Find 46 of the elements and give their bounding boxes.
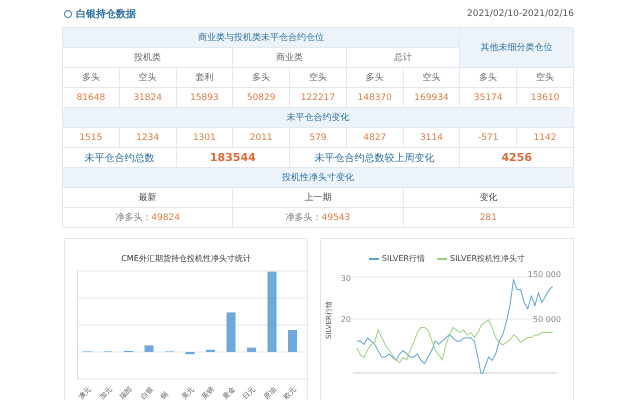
column-header: 多头 (346, 68, 404, 88)
section-title: 白银持仓数据 (76, 8, 136, 20)
bar (186, 352, 194, 354)
column-header: 空头 (119, 68, 176, 88)
legend-label: SILVER投机性净头寸 (450, 253, 526, 264)
bar (288, 330, 297, 352)
bar (144, 345, 154, 352)
table-cell: 1301 (176, 128, 233, 148)
column-header: 空头 (403, 68, 460, 88)
table-cell: 2011 (232, 128, 290, 148)
table-cell: -571 (460, 128, 517, 148)
table-cell: 净多头：49824 (62, 208, 233, 228)
date-range: 2021/02/10-2021/02/16 (467, 8, 574, 18)
table-header: 投机类 (62, 48, 233, 68)
table-header: 商业类 (232, 48, 346, 68)
table-cell: 净多头：49543 (232, 208, 404, 228)
column-header: 最新 (62, 188, 233, 208)
table-cell: 1515 (62, 128, 120, 148)
table-cell: 1234 (119, 128, 176, 148)
axis-tick: 20 (340, 315, 351, 324)
table-cell: 1142 (516, 128, 574, 148)
table-header: 商业类与投机类未平仓合约仓位 (62, 28, 460, 48)
axis-tick: 50 000 (533, 315, 561, 324)
table-cell: 579 (290, 128, 346, 148)
column-header: 空头 (516, 68, 574, 88)
column-header: 变化 (403, 188, 574, 208)
table-header: 未平仓合约变化 (62, 108, 574, 128)
column-header: 空头 (290, 68, 346, 88)
circle-icon (64, 10, 72, 18)
column-header: 多头 (62, 68, 120, 88)
bar (206, 350, 215, 352)
table-cell: 3114 (403, 128, 460, 148)
bar (247, 348, 256, 352)
legend-label: SILVER行情 (382, 253, 425, 264)
column-header: 多头 (460, 68, 517, 88)
table-header: 其他未细分类仓位 (460, 28, 574, 68)
table-cell: 281 (403, 208, 574, 228)
axis-tick: 30 (340, 274, 351, 283)
column-header: 多头 (232, 68, 290, 88)
chart-title: CME外汇期货持仓投机性净头寸统计 (120, 253, 252, 264)
table-header: 投机性净头寸变化 (62, 168, 574, 188)
bar (226, 312, 236, 352)
axis-tick: 150 000 (528, 270, 561, 279)
column-header: 套利 (176, 68, 233, 88)
column-header: 上一期 (232, 188, 404, 208)
table-cell: 4827 (346, 128, 404, 148)
